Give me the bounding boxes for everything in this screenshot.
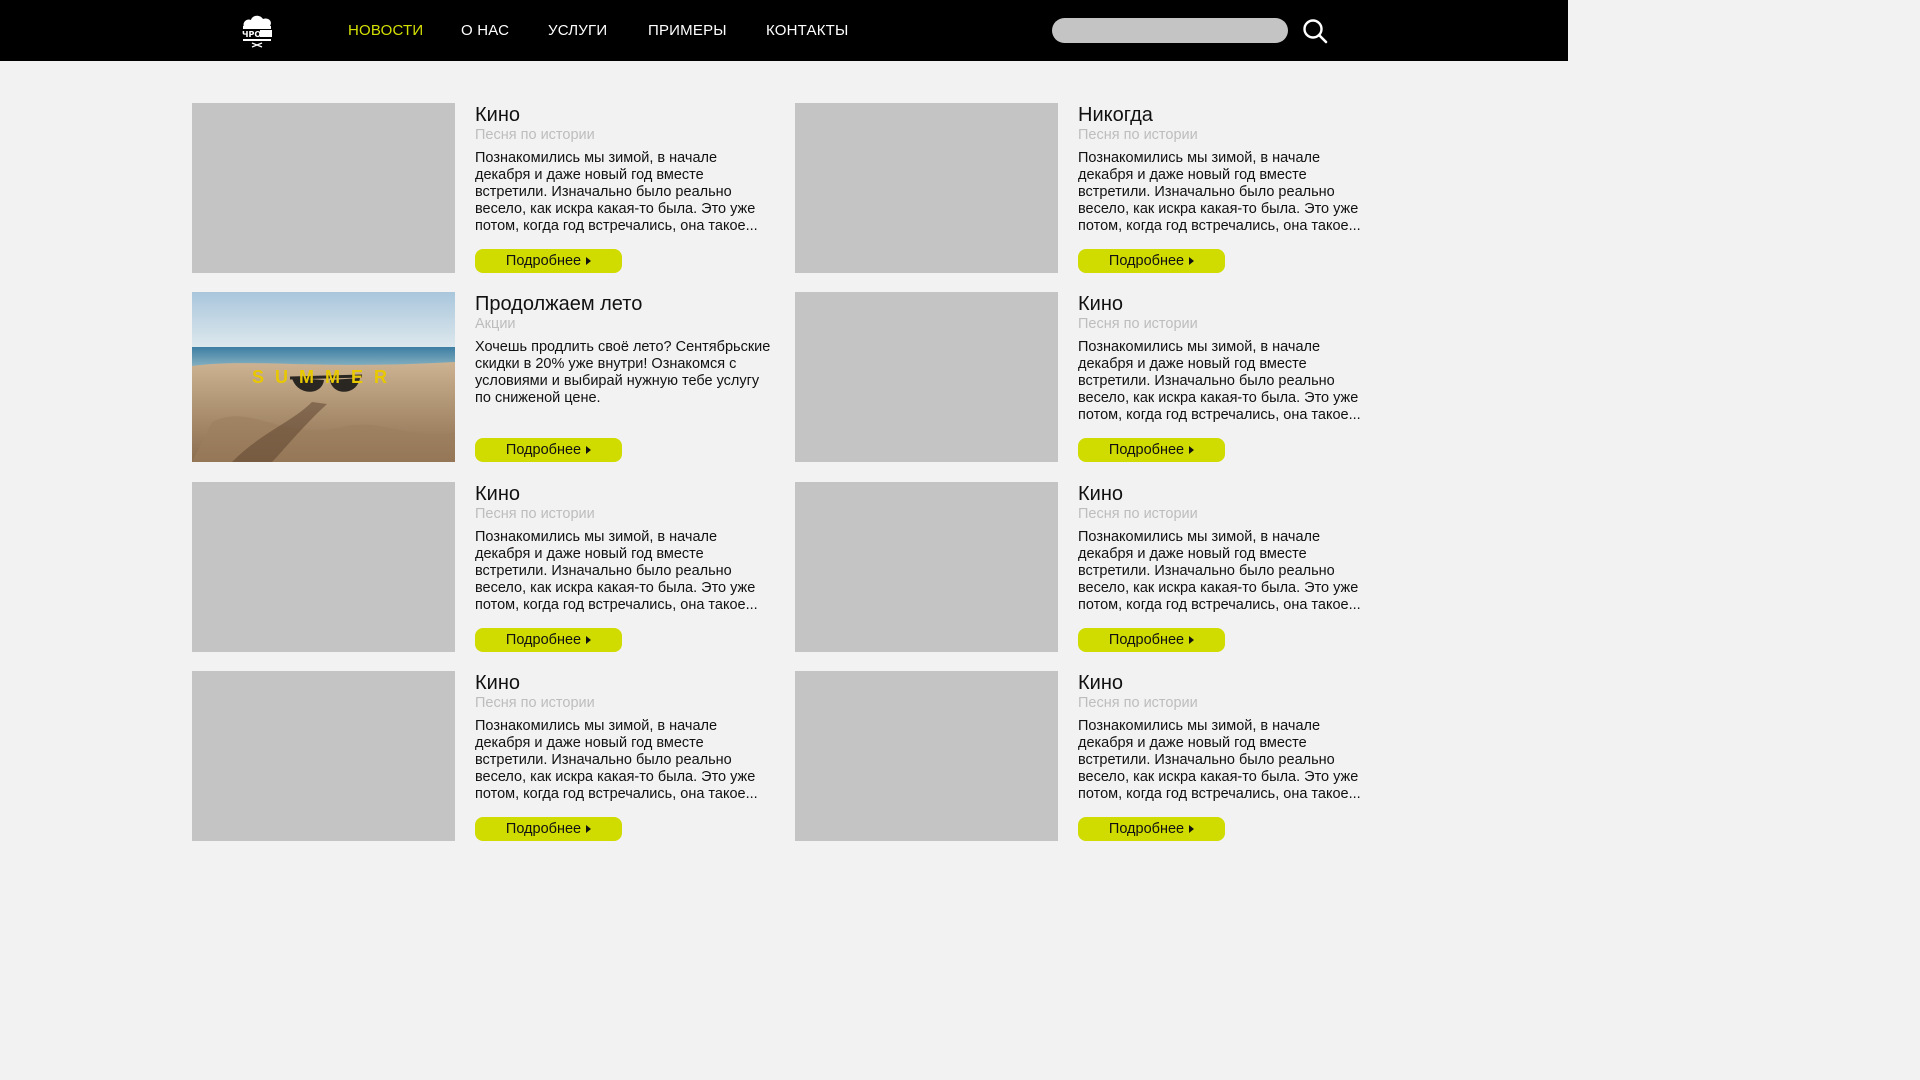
read-more-label: Подробнее <box>505 253 582 269</box>
news-image-placeholder[interactable] <box>192 671 455 841</box>
news-category: Песня по истории <box>475 695 595 711</box>
arrow-right-icon <box>586 446 592 454</box>
arrow-right-icon <box>586 636 592 644</box>
news-title[interactable]: Кино <box>1078 293 1123 316</box>
nav-item-news[interactable]: НОВОСТИ <box>348 22 423 39</box>
news-card: Кино Песня по истории Познакомились мы з… <box>795 292 1375 462</box>
top-navigation-bar: ЧРО НОВОСТИ О НАС УСЛУГИ ПРИМЕРЫ КОНТАКТ… <box>0 0 1568 61</box>
read-more-label: Подробнее <box>1108 253 1185 269</box>
read-more-button[interactable]: Подробнее <box>475 438 622 462</box>
arrow-right-icon <box>1189 636 1195 644</box>
news-excerpt: Познакомились мы зимой, в начале декабря… <box>1078 339 1361 424</box>
news-category: Песня по истории <box>475 127 595 143</box>
news-category: Песня по истории <box>475 506 595 522</box>
search-input[interactable] <box>1052 18 1288 43</box>
read-more-label: Подробнее <box>505 632 582 648</box>
news-image-placeholder[interactable] <box>795 292 1058 462</box>
read-more-button[interactable]: Подробнее <box>1078 438 1225 462</box>
news-category: Песня по истории <box>1078 127 1198 143</box>
news-excerpt: Познакомились мы зимой, в начале декабря… <box>1078 150 1361 235</box>
read-more-label: Подробнее <box>1108 632 1185 648</box>
read-more-label: Подробнее <box>1108 821 1185 837</box>
read-more-button[interactable]: Подробнее <box>475 628 622 652</box>
news-category: Акции <box>475 316 516 332</box>
news-category: Песня по истории <box>1078 695 1198 711</box>
main-nav: НОВОСТИ О НАС УСЛУГИ ПРИМЕРЫ КОНТАКТЫ <box>0 0 1568 61</box>
read-more-button[interactable]: Подробнее <box>1078 628 1225 652</box>
news-card: SUMMER Продолжаем лето Акции Хочешь прод… <box>192 292 772 462</box>
news-card: Кино Песня по истории Познакомились мы з… <box>192 103 772 273</box>
news-card: Никогда Песня по истории Познакомились м… <box>795 103 1375 273</box>
news-title[interactable]: Никогда <box>1078 104 1153 127</box>
summer-caption: SUMMER <box>252 367 398 387</box>
news-category: Песня по истории <box>1078 316 1198 332</box>
news-card: Кино Песня по истории Познакомились мы з… <box>192 482 772 652</box>
nav-item-examples[interactable]: ПРИМЕРЫ <box>648 22 727 39</box>
news-card: Кино Песня по истории Познакомились мы з… <box>795 671 1375 841</box>
news-image-placeholder[interactable] <box>192 103 455 273</box>
news-excerpt: Познакомились мы зимой, в начале декабря… <box>475 718 758 803</box>
news-excerpt: Познакомились мы зимой, в начале декабря… <box>475 529 758 614</box>
read-more-button[interactable]: Подробнее <box>1078 817 1225 841</box>
news-excerpt: Познакомились мы зимой, в начале декабря… <box>1078 529 1361 614</box>
nav-item-about[interactable]: О НАС <box>461 22 509 39</box>
news-title[interactable]: Кино <box>475 483 520 506</box>
news-image-placeholder[interactable] <box>795 482 1058 652</box>
arrow-right-icon <box>1189 257 1195 265</box>
summer-beach-image[interactable]: SUMMER <box>192 292 455 462</box>
search-icon[interactable] <box>1300 16 1330 46</box>
news-image-placeholder[interactable] <box>795 671 1058 841</box>
news-card: Кино Песня по истории Познакомились мы з… <box>192 671 772 841</box>
news-title[interactable]: Кино <box>475 672 520 695</box>
arrow-right-icon <box>1189 825 1195 833</box>
read-more-label: Подробнее <box>505 821 582 837</box>
arrow-right-icon <box>586 825 592 833</box>
nav-item-contacts[interactable]: КОНТАКТЫ <box>766 22 849 39</box>
news-title[interactable]: Кино <box>475 104 520 127</box>
nav-item-services[interactable]: УСЛУГИ <box>548 22 607 39</box>
news-title[interactable]: Кино <box>1078 672 1123 695</box>
news-excerpt: Познакомились мы зимой, в начале декабря… <box>475 150 758 235</box>
arrow-right-icon <box>586 257 592 265</box>
read-more-label: Подробнее <box>1108 442 1185 458</box>
arrow-right-icon <box>1189 446 1195 454</box>
news-excerpt: Познакомились мы зимой, в начале декабря… <box>1078 718 1361 803</box>
read-more-button[interactable]: Подробнее <box>475 817 622 841</box>
news-title[interactable]: Продолжаем лето <box>475 293 642 316</box>
news-excerpt: Хочешь продлить своё лето? Сентябрьские … <box>475 339 771 407</box>
read-more-label: Подробнее <box>505 442 582 458</box>
read-more-button[interactable]: Подробнее <box>475 249 622 273</box>
news-image-placeholder[interactable] <box>795 103 1058 273</box>
news-card: Кино Песня по истории Познакомились мы з… <box>795 482 1375 652</box>
news-category: Песня по истории <box>1078 506 1198 522</box>
read-more-button[interactable]: Подробнее <box>1078 249 1225 273</box>
news-image-placeholder[interactable] <box>192 482 455 652</box>
news-title[interactable]: Кино <box>1078 483 1123 506</box>
